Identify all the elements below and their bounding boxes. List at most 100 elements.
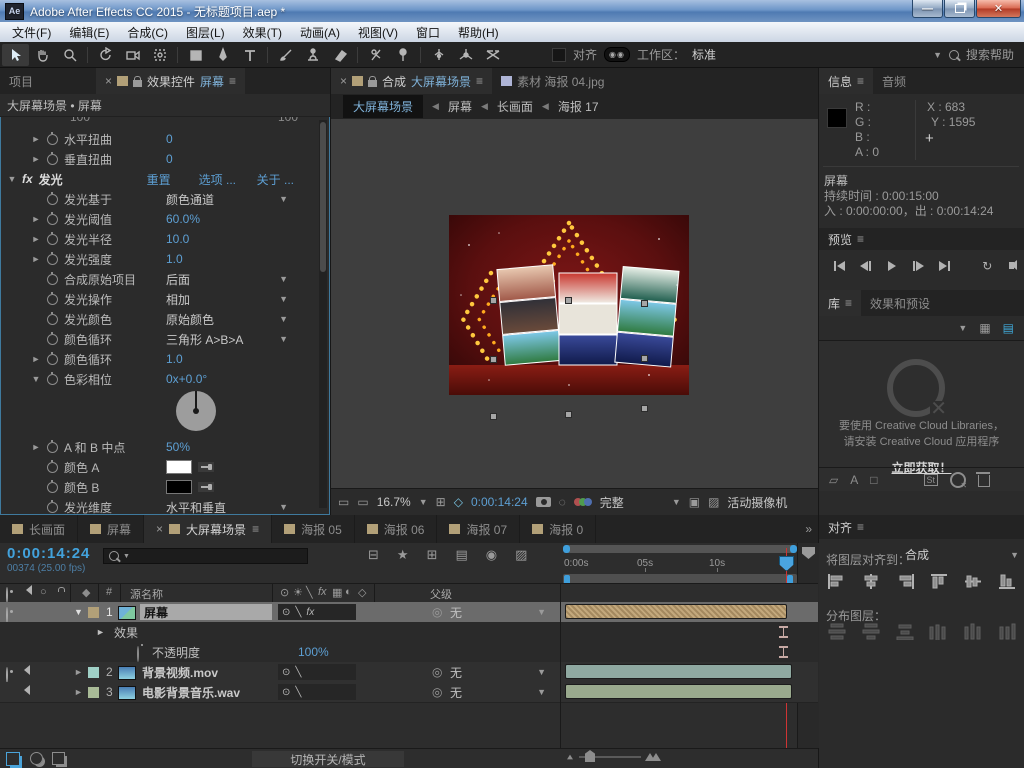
frame-blending-icon[interactable]: ▤ bbox=[455, 547, 467, 563]
keyframe-in-out-marker[interactable] bbox=[779, 626, 788, 638]
timeline-scrollbar[interactable] bbox=[563, 545, 797, 553]
breadcrumb-item[interactable]: 海报 17 bbox=[558, 98, 599, 115]
tab-comp[interactable]: 屏幕 bbox=[78, 515, 145, 543]
last-frame-button[interactable] bbox=[935, 258, 955, 273]
sync-settings-icon[interactable]: ◉◉ bbox=[603, 47, 630, 62]
panel-menu-icon[interactable]: ≡ bbox=[252, 522, 259, 536]
selection-handle[interactable] bbox=[565, 297, 572, 304]
audio-toggle[interactable] bbox=[22, 687, 26, 701]
tab-project[interactable]: 项目 bbox=[0, 68, 96, 94]
effect-row[interactable]: ► 垂直扭曲 0 bbox=[0, 149, 330, 169]
chevron-down-icon[interactable]: ▼ bbox=[672, 497, 681, 507]
library-dropdown[interactable]: ▼ bbox=[958, 323, 967, 333]
breadcrumb-item[interactable]: 长画面 bbox=[497, 98, 533, 115]
menu-layer[interactable]: 图层(L) bbox=[177, 22, 234, 43]
grid-guides-icon[interactable]: ⊞ bbox=[436, 495, 446, 509]
opacity-property-row[interactable]: 不透明度 100% bbox=[0, 642, 818, 663]
always-preview-icon[interactable]: ▭ bbox=[338, 495, 349, 509]
next-frame-button[interactable] bbox=[908, 258, 928, 273]
tab-overflow-icon[interactable]: » bbox=[799, 515, 818, 543]
effect-row[interactable]: 发光基于 颜色通道 ▼ bbox=[0, 189, 330, 209]
layer-bar-screen[interactable] bbox=[565, 604, 787, 619]
scrollbar[interactable] bbox=[319, 120, 327, 508]
effect-row[interactable]: ► A 和 B 中点 50% bbox=[0, 437, 330, 457]
layer-expander[interactable]: ► bbox=[74, 662, 83, 682]
label-color-swatch[interactable] bbox=[88, 607, 99, 618]
tab-align[interactable]: 对齐 ≡ bbox=[819, 515, 873, 539]
dropdown-field[interactable]: 颜色通道 ▼ bbox=[166, 191, 288, 208]
current-time[interactable]: 0:00:14:24 bbox=[471, 495, 528, 509]
zoom-slider-handle[interactable] bbox=[585, 750, 595, 762]
menu-composition[interactable]: 合成(C) bbox=[118, 22, 177, 43]
property-value[interactable]: 1.0 bbox=[166, 252, 183, 266]
pen-tool[interactable] bbox=[209, 44, 236, 66]
expand-in-out-icon[interactable] bbox=[52, 752, 65, 765]
close-icon[interactable]: × bbox=[156, 522, 163, 536]
loop-icon[interactable]: ↻ bbox=[977, 258, 997, 273]
property-value[interactable]: 1.0 bbox=[166, 352, 183, 366]
composition-viewport[interactable] bbox=[331, 119, 819, 488]
time-ruler[interactable]: 0:00s 05s 10s bbox=[563, 555, 797, 572]
scrollbar-cap[interactable] bbox=[563, 545, 570, 553]
panel-menu-icon[interactable]: ≡ bbox=[229, 74, 236, 88]
adobe-stock-icon[interactable]: St bbox=[923, 473, 939, 486]
breadcrumb-item[interactable]: 屏幕 bbox=[448, 98, 472, 115]
scrollbar-cap[interactable] bbox=[790, 545, 797, 553]
layer-switches[interactable]: ⊙ ╲ bbox=[278, 684, 356, 700]
snapshot-icon[interactable] bbox=[535, 497, 551, 507]
magnification-icon[interactable]: ▭ bbox=[357, 495, 368, 509]
trash-icon[interactable] bbox=[976, 472, 991, 487]
menu-help[interactable]: 帮助(H) bbox=[449, 22, 508, 43]
cc-sync-icon[interactable] bbox=[950, 471, 967, 490]
tab-comp[interactable]: 长画面 bbox=[0, 515, 79, 543]
layer-expander[interactable]: ► bbox=[74, 682, 83, 702]
effect-row[interactable]: 发光操作 相加 ▼ bbox=[0, 289, 330, 309]
color-a-swatch[interactable] bbox=[166, 460, 192, 474]
stopwatch-icon[interactable] bbox=[137, 646, 139, 662]
about-link[interactable]: 关于 ... bbox=[257, 171, 294, 188]
tab-comp[interactable]: 海报 0 bbox=[520, 515, 597, 543]
effect-row[interactable]: 发光颜色 原始颜色 ▼ bbox=[0, 309, 330, 329]
audio-toggle[interactable] bbox=[22, 667, 26, 681]
expander-icon[interactable]: ► bbox=[28, 134, 44, 144]
effect-row[interactable]: ► 水平扭曲 0 bbox=[0, 129, 330, 149]
layer-bar-audio[interactable] bbox=[565, 684, 792, 699]
timeline-zoom-slider[interactable] bbox=[579, 750, 641, 762]
stopwatch-icon[interactable] bbox=[47, 479, 58, 493]
restore-button[interactable] bbox=[944, 0, 975, 18]
opacity-value[interactable]: 100% bbox=[298, 642, 329, 662]
motion-blur-icon[interactable]: ◉ bbox=[486, 547, 497, 563]
show-snapshot-icon[interactable]: ◌ bbox=[559, 495, 566, 509]
audio-mute-icon[interactable] bbox=[1004, 258, 1024, 273]
hue-dial[interactable] bbox=[176, 391, 216, 431]
selection-handle[interactable] bbox=[490, 297, 497, 304]
stopwatch-icon[interactable] bbox=[47, 211, 58, 225]
timeline-search-input[interactable]: ▼ bbox=[103, 548, 308, 564]
selection-tool[interactable] bbox=[2, 43, 29, 66]
menu-edit[interactable]: 编辑(E) bbox=[60, 22, 118, 43]
color-b-swatch[interactable] bbox=[166, 480, 192, 494]
keyframe-in-out-marker[interactable] bbox=[779, 646, 788, 658]
layer-name[interactable]: 背景视频.mov bbox=[142, 662, 218, 682]
lock-icon[interactable] bbox=[368, 75, 378, 87]
toggle-switches-modes-button[interactable]: 切换开关/模式 bbox=[252, 751, 404, 767]
chevron-down-icon[interactable]: ▼ bbox=[419, 497, 428, 507]
align-to-dropdown[interactable]: 合成 ▼ bbox=[905, 546, 1019, 563]
tab-comp[interactable]: 海报 07 bbox=[437, 515, 521, 543]
shape-tool[interactable] bbox=[182, 44, 209, 66]
expander-icon[interactable]: ► bbox=[28, 354, 44, 364]
effect-header-row[interactable]: ▼ fx 发光 重置 选项 ... 关于 ... bbox=[0, 169, 330, 189]
scrollbar-thumb[interactable] bbox=[320, 122, 326, 272]
hide-shy-layers-icon[interactable]: ⊞ bbox=[427, 547, 438, 563]
layer-styles-icon[interactable]: □ bbox=[870, 473, 877, 487]
selection-handle[interactable] bbox=[641, 355, 648, 362]
tab-libraries[interactable]: 库 ≡ bbox=[819, 290, 862, 316]
expander-icon[interactable]: ► bbox=[28, 214, 44, 224]
menu-window[interactable]: 窗口 bbox=[407, 22, 449, 43]
pan-behind-tool[interactable] bbox=[146, 44, 173, 66]
tab-comp-active[interactable]: × 大屏幕场景 ≡ bbox=[144, 515, 273, 543]
effect-row[interactable]: 颜色 B bbox=[0, 477, 330, 497]
stopwatch-icon[interactable] bbox=[47, 311, 58, 325]
graph-editor-icon[interactable]: ▨ bbox=[515, 547, 527, 563]
stopwatch-icon[interactable] bbox=[47, 291, 58, 305]
